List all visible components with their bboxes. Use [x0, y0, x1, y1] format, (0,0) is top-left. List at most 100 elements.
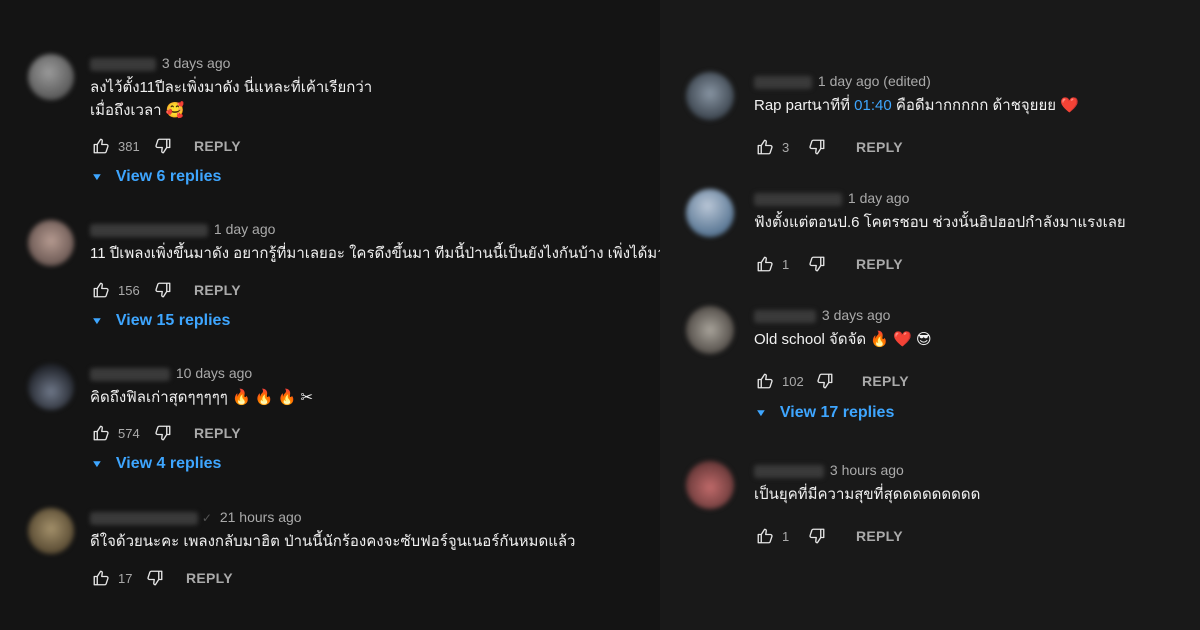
comment-header: 3 days ago	[754, 306, 932, 324]
check-verified-icon: ✓	[201, 511, 212, 525]
like-count: 102	[782, 373, 804, 389]
thumb-up-icon[interactable]	[756, 372, 774, 390]
thumb-up-icon[interactable]	[756, 138, 774, 156]
thumb-down-icon[interactable]	[808, 138, 826, 156]
comment-text-line: เป็นยุคที่มีความสุขที่สุดดดดดดดดด	[754, 486, 981, 503]
comment-text: ลงไว้ตั้ง11ปีละเพิ่งมาดัง นี่แหละที่เค้า…	[90, 76, 372, 122]
thumb-up-icon[interactable]	[756, 527, 774, 545]
comment-text: เป็นยุคที่มีความสุขที่สุดดดดดดดดด	[754, 483, 980, 506]
thumb-down-icon[interactable]	[154, 424, 172, 442]
reply-button[interactable]: REPLY	[194, 425, 241, 441]
comment-text-line: ฟังตั้งแต่ตอนป.6 โคตรชอบ ช่วงนั้นฮิปฮอปก…	[754, 214, 1126, 231]
comment-actions: 574 REPLY	[92, 422, 241, 444]
comment-header: 10 days ago	[90, 364, 313, 382]
comment-thread: 3 days ago ลงไว้ตั้ง11ปีละเพิ่งมาดัง นี่…	[28, 54, 648, 204]
view-replies-label: View 6 replies	[115, 168, 222, 185]
thumb-down-icon[interactable]	[816, 372, 834, 390]
caret-down-icon: ▼	[90, 171, 104, 183]
like-count: 17	[118, 570, 133, 586]
comment-text-line: คิดถึงฟิลเก่าสุดๆๆๆๆๆ 🔥 🔥 🔥 ✂	[90, 389, 314, 406]
reply-button[interactable]: REPLY	[856, 139, 903, 155]
avatar[interactable]	[686, 72, 734, 120]
comment-date[interactable]: 1 day ago	[214, 221, 276, 237]
comment-header: 1 day ago	[90, 220, 666, 238]
thumb-down-icon[interactable]	[154, 137, 172, 155]
left-comments-panel: 3 days ago ลงไว้ตั้ง11ปีละเพิ่งมาดัง นี่…	[0, 0, 666, 630]
view-replies-button[interactable]: ▼ View 17 replies	[755, 404, 895, 422]
comment-text-line: ลงไว้ตั้ง11ปีละเพิ่งมาดัง นี่แหละที่เค้า…	[90, 79, 373, 96]
comment-text-part: คือดีมากกกกก ด้าชจุยยย ❤️	[891, 97, 1079, 114]
view-replies-label: View 15 replies	[115, 312, 231, 329]
thumb-up-icon[interactable]	[92, 137, 110, 155]
caret-down-icon: ▼	[90, 458, 104, 470]
right-comments-panel: 1 day ago (edited) Rap partนาทีที่ 01:40…	[660, 0, 1200, 630]
comment-thread: 3 hours ago เป็นยุคที่มีความสุขที่สุดดดด…	[686, 461, 1186, 561]
avatar[interactable]	[28, 220, 74, 266]
reply-button[interactable]: REPLY	[194, 138, 241, 154]
reply-button[interactable]: REPLY	[194, 282, 241, 298]
reply-button[interactable]: REPLY	[862, 373, 909, 389]
thumb-down-icon[interactable]	[146, 569, 164, 587]
comment-thread: 1 day ago 11 ปีเพลงเพิ่งขึ้นมาดัง อยากรู…	[28, 220, 666, 350]
thumb-down-icon[interactable]	[808, 255, 826, 273]
avatar[interactable]	[28, 364, 74, 410]
thumb-up-icon[interactable]	[92, 281, 110, 299]
thumb-down-icon[interactable]	[808, 527, 826, 545]
avatar[interactable]	[686, 189, 734, 237]
comment-header: 3 hours ago	[754, 461, 980, 479]
thumb-up-icon[interactable]	[92, 569, 110, 587]
thumb-down-icon[interactable]	[154, 281, 172, 299]
author-name[interactable]	[90, 223, 208, 237]
comment-date[interactable]: 3 hours ago	[830, 462, 904, 478]
author-name[interactable]	[754, 464, 824, 478]
author-name[interactable]	[754, 192, 842, 206]
comment-header: 1 day ago (edited)	[754, 72, 1079, 90]
comment-date[interactable]: 10 days ago	[176, 365, 252, 381]
thumb-up-icon[interactable]	[92, 424, 110, 442]
view-replies-button[interactable]: ▼ View 6 replies	[90, 168, 222, 186]
reply-button[interactable]: REPLY	[186, 570, 233, 586]
avatar[interactable]	[28, 54, 74, 100]
comment-text-line: ดีใจด้วยนะคะ เพลงกลับมาฮิต ป่านนี้นักร้อ…	[90, 533, 576, 550]
author-name[interactable]	[754, 75, 812, 89]
author-name[interactable]	[90, 57, 156, 71]
view-replies-label: View 17 replies	[779, 404, 895, 421]
comment-actions: 102 REPLY	[756, 370, 909, 392]
comment-actions: 17 REPLY	[92, 567, 233, 589]
comment-date[interactable]: 3 days ago	[162, 55, 231, 71]
comment-date[interactable]: 1 day ago (edited)	[818, 73, 931, 89]
reply-button[interactable]: REPLY	[856, 528, 903, 544]
comment-text-line: Old school จัดจัด 🔥 ❤️ 😎	[754, 331, 932, 348]
view-replies-label: View 4 replies	[115, 455, 222, 472]
view-replies-button[interactable]: ▼ View 4 replies	[90, 455, 222, 473]
comment-date[interactable]: 3 days ago	[822, 307, 891, 323]
comment-actions: 156 REPLY	[92, 279, 241, 301]
avatar[interactable]	[28, 508, 74, 554]
reply-button[interactable]: REPLY	[856, 256, 903, 272]
like-count: 1	[782, 256, 790, 272]
comment-text-line: 11 ปีเพลงเพิ่งขึ้นมาดัง อยากรู้ที่มาเลยอ…	[90, 245, 666, 262]
comment-date[interactable]: 1 day ago	[848, 190, 910, 206]
comment-header: 1 day ago	[754, 189, 1126, 207]
comment-text: Rap partนาทีที่ 01:40 คือดีมากกกกก ด้าชจ…	[754, 94, 1079, 117]
caret-down-icon: ▼	[90, 315, 104, 327]
timestamp-link[interactable]: 01:40	[854, 97, 892, 114]
author-name[interactable]	[90, 367, 170, 381]
avatar[interactable]	[686, 306, 734, 354]
author-name[interactable]	[754, 309, 816, 323]
thumb-up-icon[interactable]	[756, 255, 774, 273]
comment-text-line: เมื่อถึงเวลา 🥰	[90, 102, 185, 119]
comment-date[interactable]: 21 hours ago	[220, 509, 302, 525]
author-name[interactable]	[90, 511, 198, 525]
like-count: 574	[118, 425, 140, 441]
comment-text: 11 ปีเพลงเพิ่งขึ้นมาดัง อยากรู้ที่มาเลยอ…	[90, 242, 666, 265]
like-count: 1	[782, 528, 790, 544]
avatar[interactable]	[686, 461, 734, 509]
like-count: 156	[118, 282, 140, 298]
comment-actions: 3 REPLY	[756, 136, 903, 158]
comment-text: Old school จัดจัด 🔥 ❤️ 😎	[754, 328, 932, 351]
comment-thread: 1 day ago (edited) Rap partนาทีที่ 01:40…	[686, 72, 1186, 172]
view-replies-button[interactable]: ▼ View 15 replies	[90, 312, 231, 330]
comment-thread: 10 days ago คิดถึงฟิลเก่าสุดๆๆๆๆๆ 🔥 🔥 🔥 …	[28, 364, 648, 494]
comment-header: ✓ 21 hours ago	[90, 508, 575, 526]
